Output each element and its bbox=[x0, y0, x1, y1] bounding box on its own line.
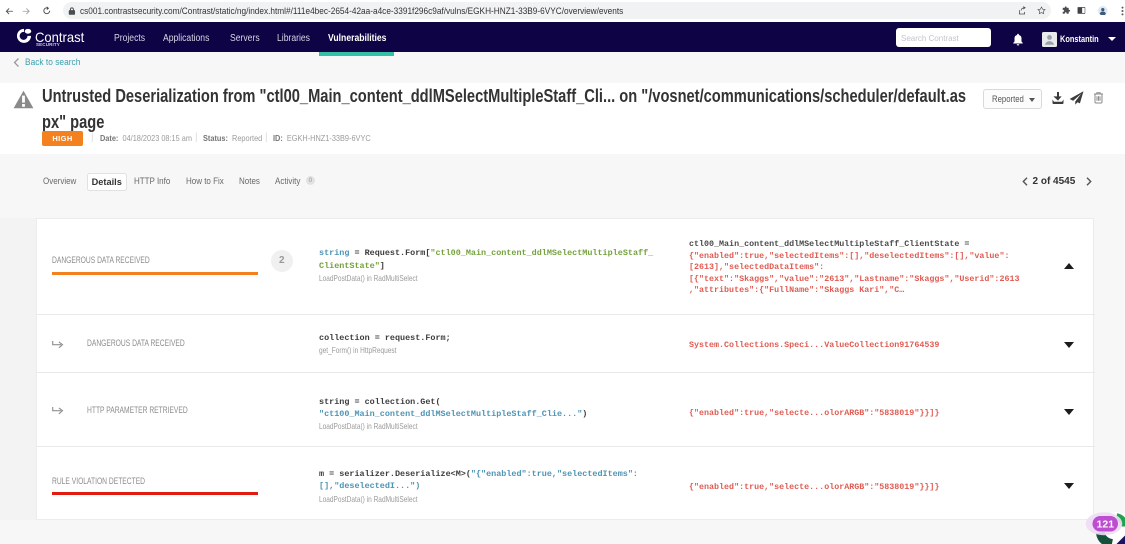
svg-text:121: 121 bbox=[1097, 519, 1115, 531]
